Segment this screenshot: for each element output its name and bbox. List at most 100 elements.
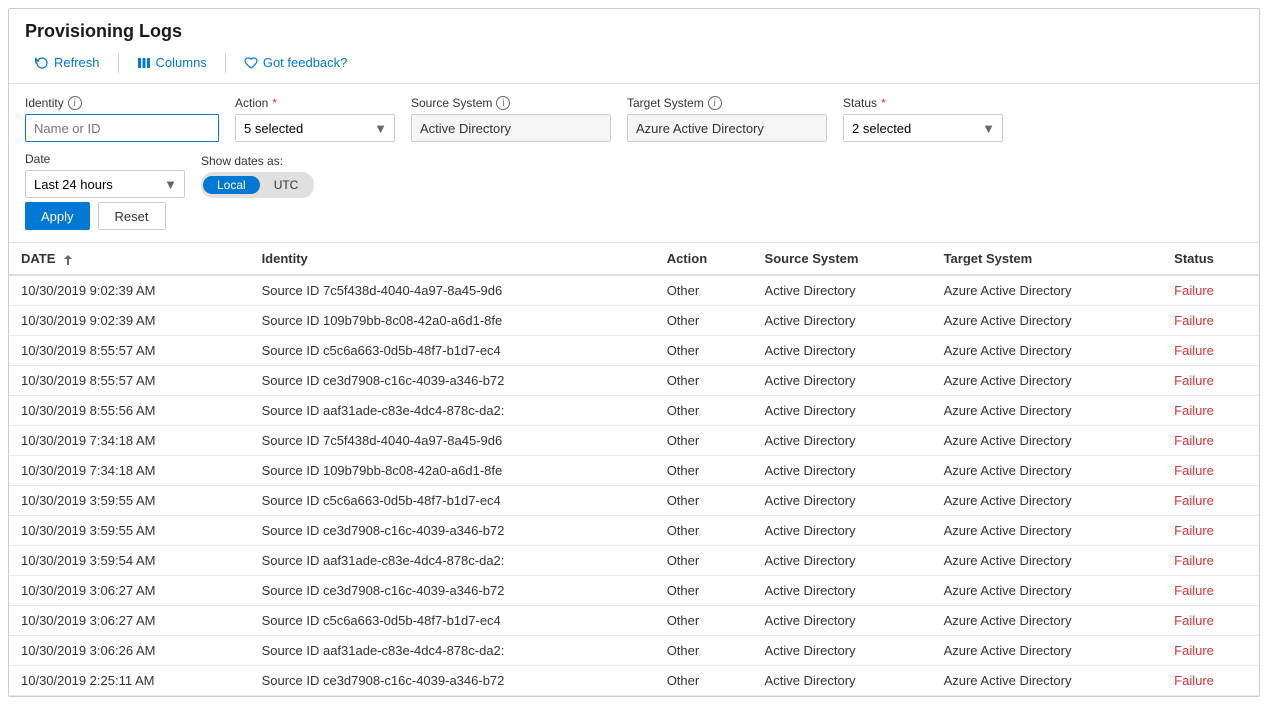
- toolbar: Refresh Columns Got feedback?: [25, 50, 1243, 75]
- page-header: Provisioning Logs Refresh Columns: [9, 9, 1259, 84]
- source-info-icon[interactable]: i: [496, 96, 510, 110]
- cell-source: Active Directory: [753, 366, 932, 396]
- table-row[interactable]: 10/30/2019 8:55:57 AM Source ID c5c6a663…: [9, 336, 1259, 366]
- cell-target: Azure Active Directory: [932, 636, 1163, 666]
- cell-source: Active Directory: [753, 306, 932, 336]
- columns-button[interactable]: Columns: [127, 50, 217, 75]
- cell-date: 10/30/2019 3:06:26 AM: [9, 636, 250, 666]
- cell-target: Azure Active Directory: [932, 396, 1163, 426]
- action-select[interactable]: 5 selected: [235, 114, 395, 142]
- col-status: Status: [1162, 243, 1259, 275]
- toggle-local[interactable]: Local: [203, 176, 260, 194]
- cell-action: Other: [655, 275, 753, 306]
- cell-action: Other: [655, 666, 753, 696]
- cell-identity: Source ID ce3d7908-c16c-4039-a346-b72: [250, 516, 655, 546]
- table-row[interactable]: 10/30/2019 3:06:27 AM Source ID ce3d7908…: [9, 576, 1259, 606]
- table-body: 10/30/2019 9:02:39 AM Source ID 7c5f438d…: [9, 275, 1259, 696]
- date-label: Date: [25, 152, 185, 166]
- table-row[interactable]: 10/30/2019 3:59:55 AM Source ID ce3d7908…: [9, 516, 1259, 546]
- cell-date: 10/30/2019 3:59:54 AM: [9, 546, 250, 576]
- table-row[interactable]: 10/30/2019 8:55:57 AM Source ID ce3d7908…: [9, 366, 1259, 396]
- cell-source: Active Directory: [753, 606, 932, 636]
- refresh-label: Refresh: [54, 55, 100, 70]
- cell-source: Active Directory: [753, 516, 932, 546]
- cell-status: Failure: [1162, 606, 1259, 636]
- cell-target: Azure Active Directory: [932, 456, 1163, 486]
- table-row[interactable]: 10/30/2019 7:34:18 AM Source ID 109b79bb…: [9, 456, 1259, 486]
- table-row[interactable]: 10/30/2019 9:02:39 AM Source ID 7c5f438d…: [9, 275, 1259, 306]
- cell-identity: Source ID aaf31ade-c83e-4dc4-878c-da2:: [250, 546, 655, 576]
- cell-target: Azure Active Directory: [932, 606, 1163, 636]
- refresh-button[interactable]: Refresh: [25, 50, 110, 75]
- table-row[interactable]: 10/30/2019 2:25:11 AM Source ID ce3d7908…: [9, 666, 1259, 696]
- apply-button[interactable]: Apply: [25, 202, 90, 230]
- cell-status: Failure: [1162, 516, 1259, 546]
- cell-source: Active Directory: [753, 666, 932, 696]
- col-date[interactable]: DATE: [9, 243, 250, 275]
- cell-date: 10/30/2019 3:06:27 AM: [9, 576, 250, 606]
- cell-identity: Source ID c5c6a663-0d5b-48f7-b1d7-ec4: [250, 336, 655, 366]
- table-row[interactable]: 10/30/2019 8:55:56 AM Source ID aaf31ade…: [9, 396, 1259, 426]
- cell-action: Other: [655, 516, 753, 546]
- page-title: Provisioning Logs: [25, 21, 1243, 42]
- cell-date: 10/30/2019 8:55:57 AM: [9, 336, 250, 366]
- cell-date: 10/30/2019 9:02:39 AM: [9, 306, 250, 336]
- col-action: Action: [655, 243, 753, 275]
- table-row[interactable]: 10/30/2019 3:06:27 AM Source ID c5c6a663…: [9, 606, 1259, 636]
- feedback-button[interactable]: Got feedback?: [234, 50, 358, 75]
- filters-section: Identity i Action * 5 selected ▼: [9, 84, 1259, 243]
- status-select[interactable]: 2 selected: [843, 114, 1003, 142]
- cell-date: 10/30/2019 8:55:57 AM: [9, 366, 250, 396]
- cell-action: Other: [655, 336, 753, 366]
- action-required: *: [272, 96, 277, 110]
- date-sort-icon: [63, 254, 73, 266]
- cell-date: 10/30/2019 3:59:55 AM: [9, 486, 250, 516]
- table-row[interactable]: 10/30/2019 9:02:39 AM Source ID 109b79bb…: [9, 306, 1259, 336]
- refresh-icon: [35, 56, 49, 70]
- identity-input[interactable]: [25, 114, 219, 142]
- table-row[interactable]: 10/30/2019 7:34:18 AM Source ID 7c5f438d…: [9, 426, 1259, 456]
- target-system-label: Target System i: [627, 96, 827, 110]
- provisioning-table: DATE Identity Action Source System Targe…: [9, 243, 1259, 696]
- target-info-icon[interactable]: i: [708, 96, 722, 110]
- cell-target: Azure Active Directory: [932, 275, 1163, 306]
- cell-date: 10/30/2019 3:06:27 AM: [9, 606, 250, 636]
- reset-button[interactable]: Reset: [98, 202, 166, 230]
- cell-source: Active Directory: [753, 486, 932, 516]
- cell-source: Active Directory: [753, 576, 932, 606]
- cell-source: Active Directory: [753, 275, 932, 306]
- table-row[interactable]: 10/30/2019 3:59:55 AM Source ID c5c6a663…: [9, 486, 1259, 516]
- cell-identity: Source ID aaf31ade-c83e-4dc4-878c-da2:: [250, 636, 655, 666]
- cell-status: Failure: [1162, 396, 1259, 426]
- cell-status: Failure: [1162, 336, 1259, 366]
- cell-identity: Source ID ce3d7908-c16c-4039-a346-b72: [250, 576, 655, 606]
- cell-source: Active Directory: [753, 396, 932, 426]
- cell-status: Failure: [1162, 576, 1259, 606]
- cell-identity: Source ID 7c5f438d-4040-4a97-8a45-9d6: [250, 275, 655, 306]
- toggle-utc[interactable]: UTC: [260, 176, 313, 194]
- cell-status: Failure: [1162, 546, 1259, 576]
- show-dates-toggle: Local UTC: [201, 172, 314, 198]
- show-dates-label: Show dates as:: [201, 154, 314, 168]
- status-label: Status *: [843, 96, 1003, 110]
- identity-filter-group: Identity i: [25, 96, 219, 142]
- status-filter-group: Status * 2 selected ▼: [843, 96, 1003, 142]
- cell-target: Azure Active Directory: [932, 306, 1163, 336]
- cell-date: 10/30/2019 2:25:11 AM: [9, 666, 250, 696]
- columns-icon: [137, 56, 151, 70]
- table-row[interactable]: 10/30/2019 3:06:26 AM Source ID aaf31ade…: [9, 636, 1259, 666]
- cell-action: Other: [655, 456, 753, 486]
- cell-action: Other: [655, 546, 753, 576]
- identity-info-icon[interactable]: i: [68, 96, 82, 110]
- cell-source: Active Directory: [753, 336, 932, 366]
- cell-identity: Source ID ce3d7908-c16c-4039-a346-b72: [250, 666, 655, 696]
- cell-target: Azure Active Directory: [932, 546, 1163, 576]
- table-row[interactable]: 10/30/2019 3:59:54 AM Source ID aaf31ade…: [9, 546, 1259, 576]
- cell-status: Failure: [1162, 486, 1259, 516]
- cell-source: Active Directory: [753, 426, 932, 456]
- heart-icon: [244, 56, 258, 70]
- cell-action: Other: [655, 366, 753, 396]
- date-select[interactable]: Last 24 hours Last 7 days Last 30 days: [25, 170, 185, 198]
- cell-action: Other: [655, 306, 753, 336]
- action-filter-group: Action * 5 selected ▼: [235, 96, 395, 142]
